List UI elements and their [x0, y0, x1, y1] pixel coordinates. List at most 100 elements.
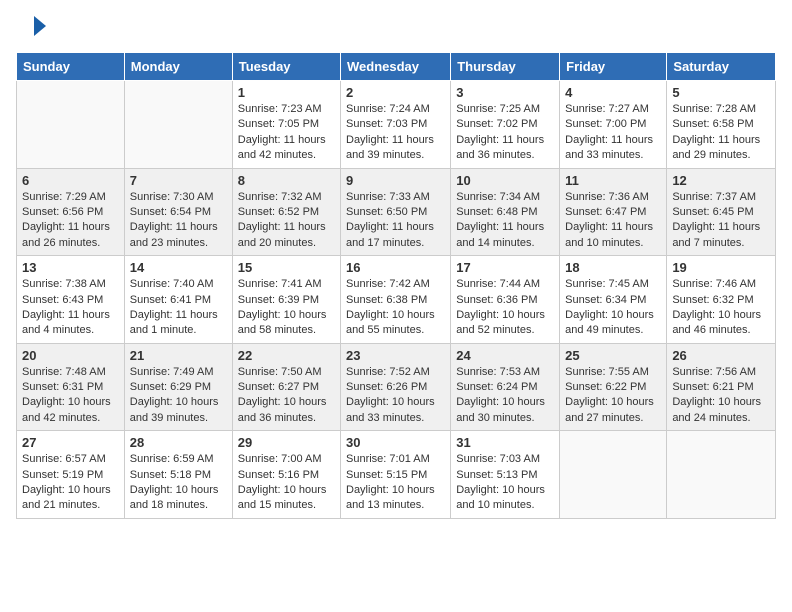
- day-number: 17: [456, 260, 554, 275]
- day-info: Sunrise: 7:40 AM Sunset: 6:41 PM Dayligh…: [130, 277, 227, 339]
- day-number: 31: [456, 435, 554, 450]
- calendar-cell: 2 Sunrise: 7:24 AM Sunset: 7:03 PM Daylig…: [341, 81, 451, 169]
- logo-flag-icon: [20, 12, 48, 40]
- day-info: Sunrise: 7:03 AM Sunset: 5:13 PM Dayligh…: [456, 452, 554, 514]
- calendar-cell: 29 Sunrise: 7:00 AM Sunset: 5:16 PM Dayli…: [232, 431, 340, 519]
- day-number: 22: [238, 348, 335, 363]
- page: SundayMondayTuesdayWednesdayThursdayFrid…: [0, 0, 792, 535]
- day-number: 23: [346, 348, 445, 363]
- day-number: 12: [672, 173, 770, 188]
- calendar-cell: 10 Sunrise: 7:34 AM Sunset: 6:48 PM Dayli…: [451, 168, 560, 256]
- day-number: 19: [672, 260, 770, 275]
- day-info: Sunrise: 7:46 AM Sunset: 6:32 PM Dayligh…: [672, 277, 770, 339]
- calendar-header-tuesday: Tuesday: [232, 53, 340, 81]
- calendar-cell: 23 Sunrise: 7:52 AM Sunset: 6:26 PM Dayli…: [341, 343, 451, 431]
- calendar-week-row: 20 Sunrise: 7:48 AM Sunset: 6:31 PM Dayli…: [17, 343, 776, 431]
- day-info: Sunrise: 7:28 AM Sunset: 6:58 PM Dayligh…: [672, 102, 770, 164]
- calendar-cell: 25 Sunrise: 7:55 AM Sunset: 6:22 PM Dayli…: [560, 343, 667, 431]
- day-info: Sunrise: 7:56 AM Sunset: 6:21 PM Dayligh…: [672, 365, 770, 427]
- calendar-cell: 22 Sunrise: 7:50 AM Sunset: 6:27 PM Dayli…: [232, 343, 340, 431]
- day-number: 14: [130, 260, 227, 275]
- day-info: Sunrise: 7:36 AM Sunset: 6:47 PM Dayligh…: [565, 190, 661, 252]
- day-info: Sunrise: 7:33 AM Sunset: 6:50 PM Dayligh…: [346, 190, 445, 252]
- calendar-cell: [17, 81, 125, 169]
- calendar-cell: 9Sunrise: 7:33 AM Sunset: 6:50 PM Daylig…: [341, 168, 451, 256]
- calendar-header-wednesday: Wednesday: [341, 53, 451, 81]
- day-info: Sunrise: 7:44 AM Sunset: 6:36 PM Dayligh…: [456, 277, 554, 339]
- day-info: Sunrise: 7:50 AM Sunset: 6:27 PM Dayligh…: [238, 365, 335, 427]
- day-info: Sunrise: 6:59 AM Sunset: 5:18 PM Dayligh…: [130, 452, 227, 514]
- day-number: 15: [238, 260, 335, 275]
- day-info: Sunrise: 7:48 AM Sunset: 6:31 PM Dayligh…: [22, 365, 119, 427]
- calendar-week-row: 27 Sunrise: 6:57 AM Sunset: 5:19 PM Dayli…: [17, 431, 776, 519]
- calendar-cell: [667, 431, 776, 519]
- day-info: Sunrise: 7:34 AM Sunset: 6:48 PM Dayligh…: [456, 190, 554, 252]
- day-info: Sunrise: 7:23 AM Sunset: 7:05 PM Dayligh…: [238, 102, 335, 164]
- day-number: 5: [672, 85, 770, 100]
- calendar-table: SundayMondayTuesdayWednesdayThursdayFrid…: [16, 52, 776, 519]
- day-info: Sunrise: 7:55 AM Sunset: 6:22 PM Dayligh…: [565, 365, 661, 427]
- day-info: Sunrise: 7:37 AM Sunset: 6:45 PM Dayligh…: [672, 190, 770, 252]
- day-info: Sunrise: 7:24 AM Sunset: 7:03 PM Dayligh…: [346, 102, 445, 164]
- calendar-header-sunday: Sunday: [17, 53, 125, 81]
- day-number: 13: [22, 260, 119, 275]
- day-number: 8: [238, 173, 335, 188]
- day-info: Sunrise: 7:42 AM Sunset: 6:38 PM Dayligh…: [346, 277, 445, 339]
- calendar-header-row: SundayMondayTuesdayWednesdayThursdayFrid…: [17, 53, 776, 81]
- calendar-header-thursday: Thursday: [451, 53, 560, 81]
- logo: [16, 16, 48, 40]
- calendar-cell: 3Sunrise: 7:25 AM Sunset: 7:02 PM Daylig…: [451, 81, 560, 169]
- calendar-cell: 6 Sunrise: 7:29 AM Sunset: 6:56 PM Daylig…: [17, 168, 125, 256]
- calendar-cell: 24 Sunrise: 7:53 AM Sunset: 6:24 PM Dayli…: [451, 343, 560, 431]
- day-info: Sunrise: 7:53 AM Sunset: 6:24 PM Dayligh…: [456, 365, 554, 427]
- day-number: 26: [672, 348, 770, 363]
- day-info: Sunrise: 6:57 AM Sunset: 5:19 PM Dayligh…: [22, 452, 119, 514]
- day-number: 11: [565, 173, 661, 188]
- calendar-week-row: 1 Sunrise: 7:23 AM Sunset: 7:05 PM Daylig…: [17, 81, 776, 169]
- calendar-cell: 18 Sunrise: 7:45 AM Sunset: 6:34 PM Dayli…: [560, 256, 667, 344]
- calendar-cell: 7Sunrise: 7:30 AM Sunset: 6:54 PM Daylig…: [124, 168, 232, 256]
- day-info: Sunrise: 7:38 AM Sunset: 6:43 PM Dayligh…: [22, 277, 119, 339]
- day-number: 27: [22, 435, 119, 450]
- day-number: 7: [130, 173, 227, 188]
- day-info: Sunrise: 7:25 AM Sunset: 7:02 PM Dayligh…: [456, 102, 554, 164]
- day-number: 28: [130, 435, 227, 450]
- day-info: Sunrise: 7:00 AM Sunset: 5:16 PM Dayligh…: [238, 452, 335, 514]
- day-info: Sunrise: 7:29 AM Sunset: 6:56 PM Dayligh…: [22, 190, 119, 252]
- calendar-header-monday: Monday: [124, 53, 232, 81]
- calendar-week-row: 13 Sunrise: 7:38 AM Sunset: 6:43 PM Dayli…: [17, 256, 776, 344]
- day-number: 18: [565, 260, 661, 275]
- day-number: 21: [130, 348, 227, 363]
- day-number: 24: [456, 348, 554, 363]
- calendar-header-saturday: Saturday: [667, 53, 776, 81]
- calendar-cell: 1 Sunrise: 7:23 AM Sunset: 7:05 PM Daylig…: [232, 81, 340, 169]
- day-number: 2: [346, 85, 445, 100]
- calendar-cell: 26 Sunrise: 7:56 AM Sunset: 6:21 PM Dayli…: [667, 343, 776, 431]
- calendar-cell: 15 Sunrise: 7:41 AM Sunset: 6:39 PM Dayli…: [232, 256, 340, 344]
- calendar-cell: 20 Sunrise: 7:48 AM Sunset: 6:31 PM Dayli…: [17, 343, 125, 431]
- day-number: 4: [565, 85, 661, 100]
- calendar-cell: 4 Sunrise: 7:27 AM Sunset: 7:00 PM Daylig…: [560, 81, 667, 169]
- calendar-cell: 30Sunrise: 7:01 AM Sunset: 5:15 PM Dayli…: [341, 431, 451, 519]
- calendar-cell: 19 Sunrise: 7:46 AM Sunset: 6:32 PM Dayli…: [667, 256, 776, 344]
- day-number: 16: [346, 260, 445, 275]
- day-info: Sunrise: 7:52 AM Sunset: 6:26 PM Dayligh…: [346, 365, 445, 427]
- day-number: 6: [22, 173, 119, 188]
- day-number: 20: [22, 348, 119, 363]
- calendar-cell: 28 Sunrise: 6:59 AM Sunset: 5:18 PM Dayli…: [124, 431, 232, 519]
- day-info: Sunrise: 7:32 AM Sunset: 6:52 PM Dayligh…: [238, 190, 335, 252]
- day-info: Sunrise: 7:27 AM Sunset: 7:00 PM Dayligh…: [565, 102, 661, 164]
- calendar-cell: 17 Sunrise: 7:44 AM Sunset: 6:36 PM Dayli…: [451, 256, 560, 344]
- day-info: Sunrise: 7:45 AM Sunset: 6:34 PM Dayligh…: [565, 277, 661, 339]
- calendar-cell: 21 Sunrise: 7:49 AM Sunset: 6:29 PM Dayli…: [124, 343, 232, 431]
- day-number: 25: [565, 348, 661, 363]
- calendar-cell: 11 Sunrise: 7:36 AM Sunset: 6:47 PM Dayli…: [560, 168, 667, 256]
- day-number: 29: [238, 435, 335, 450]
- day-info: Sunrise: 7:49 AM Sunset: 6:29 PM Dayligh…: [130, 365, 227, 427]
- day-number: 10: [456, 173, 554, 188]
- day-number: 1: [238, 85, 335, 100]
- calendar-cell: 14 Sunrise: 7:40 AM Sunset: 6:41 PM Dayli…: [124, 256, 232, 344]
- calendar-cell: 27 Sunrise: 6:57 AM Sunset: 5:19 PM Dayli…: [17, 431, 125, 519]
- calendar-header-friday: Friday: [560, 53, 667, 81]
- day-info: Sunrise: 7:41 AM Sunset: 6:39 PM Dayligh…: [238, 277, 335, 339]
